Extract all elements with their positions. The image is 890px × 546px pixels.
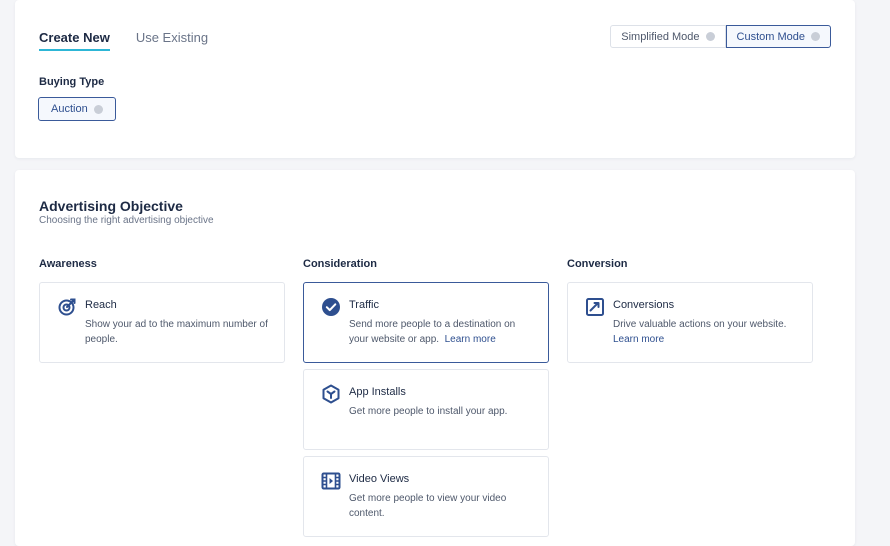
check-circle-icon (322, 298, 340, 316)
objective-card-app-installs[interactable]: App Installs Get more people to install … (303, 369, 549, 450)
card-title: Traffic (349, 299, 379, 311)
app-cube-icon (322, 384, 340, 404)
awareness-heading: Awareness (39, 258, 97, 270)
card-description: Show your ad to the maximum number of pe… (85, 319, 268, 345)
mode-toggle: Simplified Mode Custom Mode (610, 25, 831, 48)
card-description: Get more people to view your video conte… (349, 493, 507, 519)
tab-use-existing[interactable]: Use Existing (136, 30, 208, 51)
objective-card-reach[interactable]: Reach Show your ad to the maximum number… (39, 282, 285, 363)
section-title: Advertising Objective (39, 198, 183, 214)
auction-label: Auction (51, 103, 88, 115)
auction-button[interactable]: Auction (38, 97, 116, 121)
buying-type-label: Buying Type (39, 76, 105, 88)
card-description: Send more people to a destination on you… (349, 317, 534, 347)
card-title: Conversions (613, 299, 675, 311)
learn-more-link[interactable]: Learn more (613, 334, 664, 345)
custom-mode-label: Custom Mode (736, 30, 805, 43)
video-film-icon (321, 472, 341, 490)
card-description-line: Send more people to a destination on (349, 319, 516, 330)
simplified-mode-button[interactable]: Simplified Mode (610, 25, 726, 48)
card-title: Video Views (349, 473, 410, 485)
conversion-heading: Conversion (567, 258, 628, 270)
objective-card-traffic[interactable]: Traffic Send more people to a destinatio… (303, 282, 549, 363)
trend-chart-icon (586, 298, 604, 316)
objective-card-video-views[interactable]: Video Views Get more people to view your… (303, 456, 549, 537)
objective-card-conversions[interactable]: Conversions Drive valuable actions on yo… (567, 282, 813, 363)
card-description-line: Drive valuable actions on your website. (613, 319, 787, 330)
info-icon (705, 32, 715, 41)
card-title: App Installs (349, 386, 406, 398)
info-icon (93, 104, 103, 114)
advertising-objective-panel: Advertising Objective Choosing the right… (15, 170, 855, 546)
card-title: Reach (85, 299, 117, 311)
info-icon (811, 32, 820, 41)
consideration-heading: Consideration (303, 258, 377, 270)
campaign-tabs: Create New Use Existing (39, 30, 208, 51)
card-description: Drive valuable actions on your website. … (613, 317, 798, 347)
learn-more-link[interactable]: Learn more (445, 334, 496, 345)
card-description-line: your website or app. (349, 334, 440, 345)
card-description: Get more people to install your app. (349, 406, 508, 417)
tab-create-new[interactable]: Create New (39, 30, 110, 51)
target-icon (58, 298, 76, 316)
section-subtitle: Choosing the right advertising objective (39, 215, 214, 226)
simplified-mode-label: Simplified Mode (621, 30, 700, 43)
campaign-setup-panel: Create New Use Existing Simplified Mode … (15, 0, 855, 158)
custom-mode-button[interactable]: Custom Mode (725, 25, 831, 48)
